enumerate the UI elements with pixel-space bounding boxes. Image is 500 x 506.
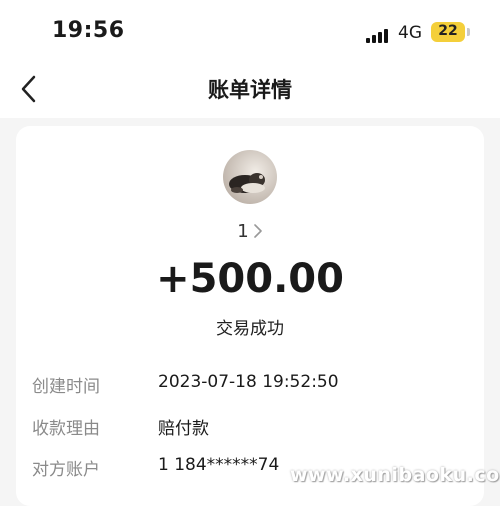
- detail-label: 创建时间: [32, 377, 100, 397]
- watermark: www.xunibaoku.com: [290, 464, 500, 486]
- transaction-status: 交易成功: [216, 319, 284, 339]
- detail-value: 2023-07-18 19:52:50: [158, 372, 339, 392]
- status-bar: 19:56 4G 22: [0, 0, 500, 62]
- status-time: 19:56: [52, 18, 125, 43]
- battery-level: 22: [438, 23, 458, 39]
- avatar-image: [223, 150, 277, 204]
- detail-row-reason: 收款理由 赔付款: [32, 414, 472, 439]
- chevron-right-icon: [253, 224, 262, 238]
- avatar[interactable]: [223, 150, 277, 204]
- navigation-bar: 账单详情: [0, 62, 500, 118]
- detail-row-created-time: 创建时间 2023-07-18 19:52:50: [32, 372, 472, 397]
- counterpart-name-link[interactable]: 1: [16, 221, 484, 242]
- detail-value: 赔付款: [158, 419, 209, 439]
- detail-value: 1 184******74: [158, 455, 280, 475]
- signal-icon: [366, 27, 392, 43]
- battery-icon: 22: [431, 22, 470, 42]
- transaction-amount: +500.00: [156, 256, 344, 302]
- detail-label: 对方账户: [32, 460, 100, 480]
- detail-label: 收款理由: [32, 419, 100, 439]
- counterpart-name: 1: [237, 221, 249, 242]
- network-type: 4G: [398, 23, 422, 43]
- bill-detail-card: 1 +500.00 交易成功 创建时间 2023-07-18 19:52:50 …: [16, 126, 484, 506]
- page-title: 账单详情: [208, 78, 292, 102]
